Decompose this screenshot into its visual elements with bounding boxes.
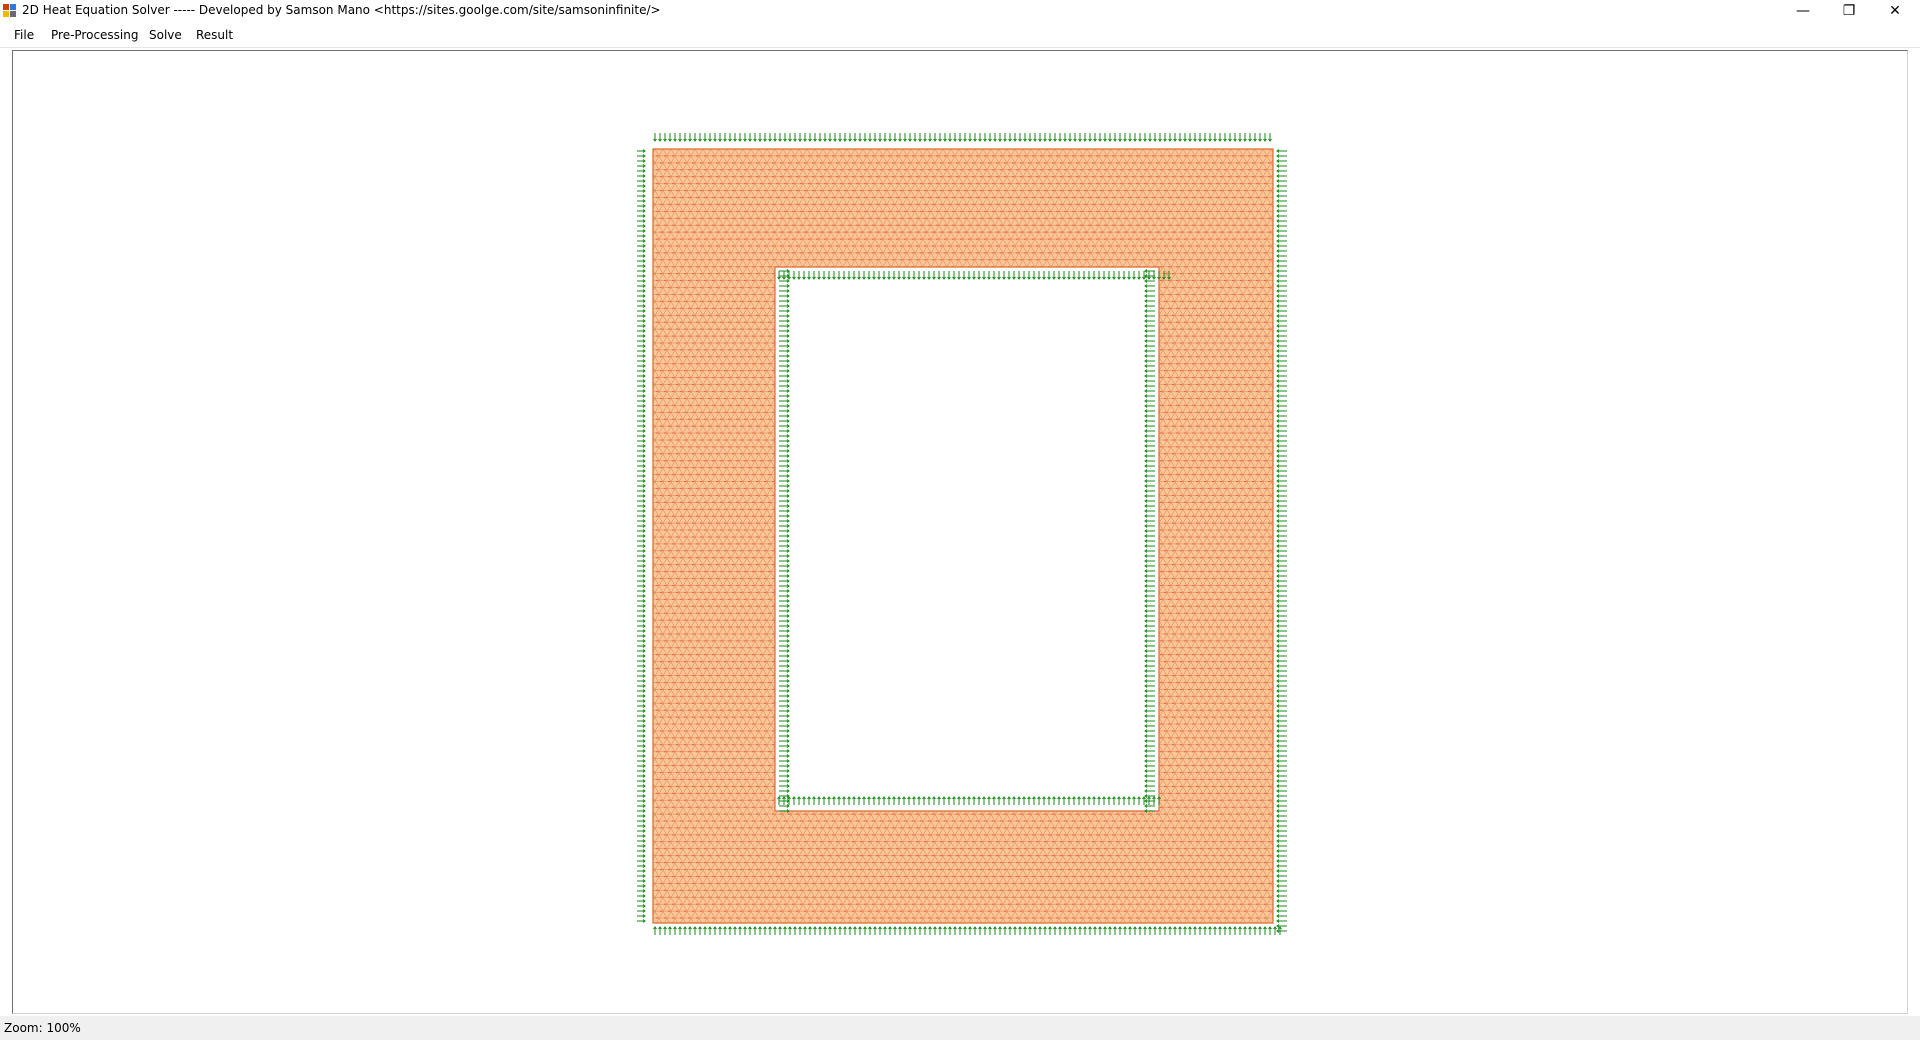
restore-button[interactable]: ❐ bbox=[1826, 0, 1872, 22]
restore-icon: ❐ bbox=[1842, 3, 1856, 19]
status-bar: Zoom: 100% bbox=[0, 1016, 1920, 1040]
close-button[interactable]: ✕ bbox=[1872, 0, 1918, 22]
minimize-icon: — bbox=[1796, 3, 1810, 19]
menu-file[interactable]: File bbox=[8, 26, 40, 44]
close-icon: ✕ bbox=[1889, 3, 1901, 19]
app-window: 2D Heat Equation Solver ----- Developed … bbox=[0, 0, 1920, 1040]
menu-bar: File Pre-Processing Solve Result bbox=[0, 23, 1920, 48]
menu-pre-processing[interactable]: Pre-Processing bbox=[45, 26, 145, 44]
drawing-canvas[interactable] bbox=[12, 50, 1908, 1014]
title-bar: 2D Heat Equation Solver ----- Developed … bbox=[0, 0, 1920, 22]
zoom-status: Zoom: 100% bbox=[4, 1021, 81, 1035]
menu-solve[interactable]: Solve bbox=[143, 26, 188, 44]
window-title: 2D Heat Equation Solver ----- Developed … bbox=[22, 3, 661, 17]
minimize-button[interactable]: — bbox=[1780, 0, 1826, 22]
mesh-view bbox=[637, 133, 1287, 935]
menu-result[interactable]: Result bbox=[190, 26, 239, 44]
app-icon bbox=[3, 4, 16, 17]
